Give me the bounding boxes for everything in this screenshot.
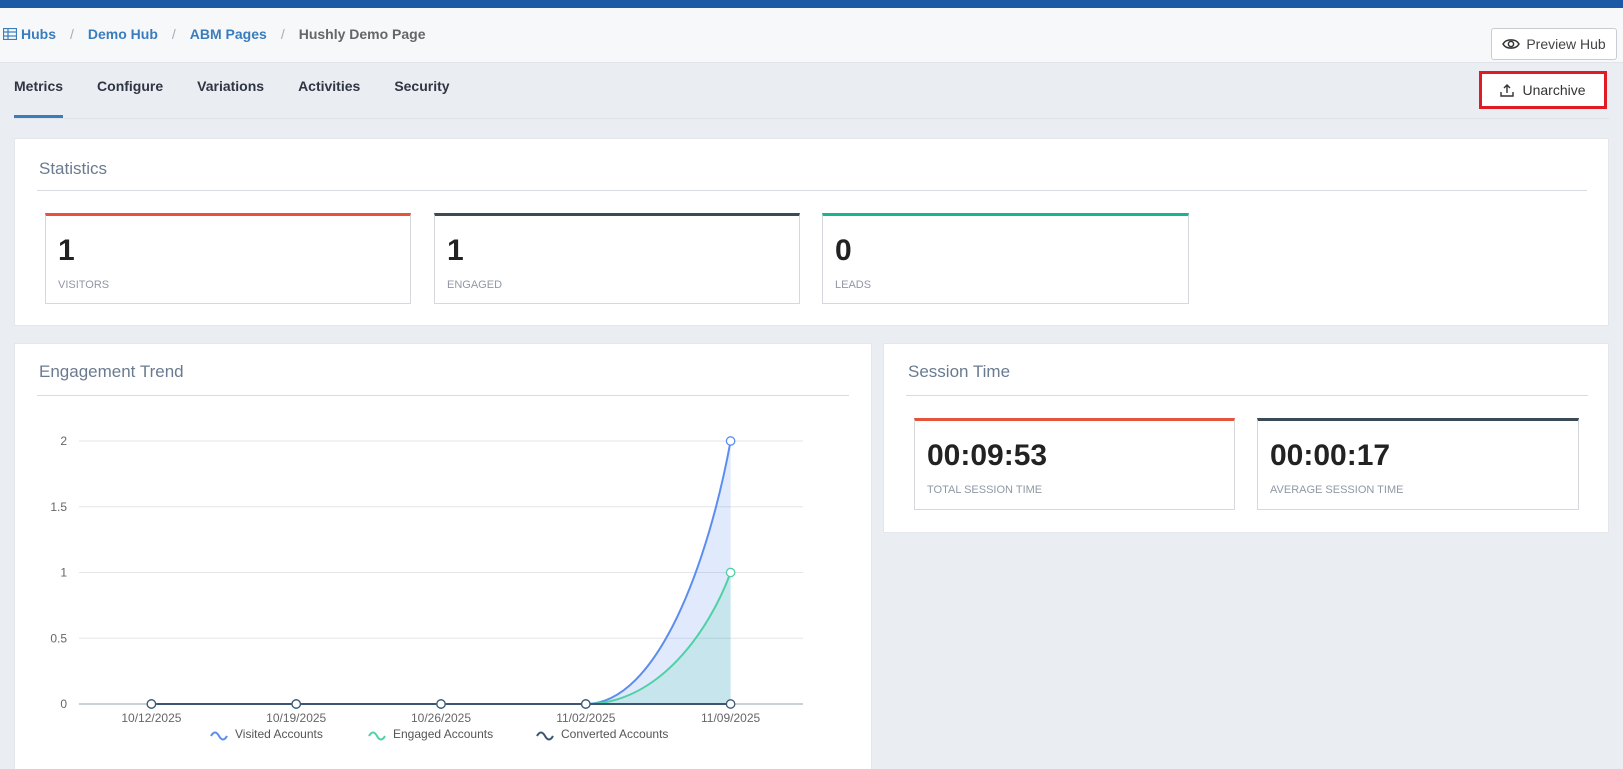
tab-activities[interactable]: Activities (298, 78, 360, 118)
x-tick-label: 10/12/2025 (121, 711, 181, 725)
y-tick-label: 0.5 (50, 631, 67, 645)
session-time-title: Session Time (908, 362, 1011, 381)
data-point (725, 436, 736, 446)
stat-card-total-session: 00:09:53 TOTAL SESSION TIME (914, 418, 1235, 510)
statistics-title: Statistics (39, 159, 108, 178)
top-accent-bar (0, 0, 1623, 8)
session-time-panel: Session Time 00:09:53 TOTAL SESSION TIME… (883, 343, 1609, 533)
preview-hub-label: Preview Hub (1526, 36, 1606, 52)
tab-configure[interactable]: Configure (97, 78, 163, 118)
stat-value: 00:09:53 (927, 439, 1048, 472)
breadcrumb-current: Hushly Demo Page (298, 26, 426, 42)
legend-swatch (536, 731, 554, 741)
stat-label: AVERAGE SESSION TIME (1270, 484, 1404, 496)
x-tick-label: 10/26/2025 (411, 711, 471, 725)
stat-value: 1 (58, 234, 75, 267)
tab-bar: Metrics Configure Variations Activities … (14, 78, 484, 118)
engagement-trend-chart: 0 0.5 1 1.5 2 10/12/2025 10/19/2025 10/26/2025… (50, 434, 803, 741)
x-tick-label: 11/02/2025 (556, 711, 615, 725)
unarchive-button[interactable]: Unarchive (1479, 71, 1607, 109)
y-tick-label: 2 (60, 434, 67, 448)
legend-label: Visited Accounts (235, 727, 323, 741)
breadcrumb-separator: / (70, 26, 74, 42)
legend-label: Engaged Accounts (393, 727, 493, 741)
stat-value: 1 (447, 234, 464, 267)
stat-label: TOTAL SESSION TIME (927, 484, 1043, 496)
preview-hub-button[interactable]: Preview Hub (1491, 28, 1617, 60)
stat-label: ENGAGED (447, 279, 503, 291)
eye-icon (1502, 39, 1521, 49)
data-point (725, 699, 736, 709)
page-header: Hubs / Demo Hub / ABM Pages / Hushly Dem… (0, 8, 1623, 63)
stat-card-engaged: 1 ENGAGED (434, 213, 800, 304)
breadcrumb-separator: / (280, 26, 285, 42)
breadcrumb-item-demo-hub[interactable]: Demo Hub (88, 26, 158, 42)
tab-security[interactable]: Security (394, 78, 449, 118)
y-tick-label: 1 (60, 566, 67, 580)
legend-label: Converted Accounts (561, 727, 668, 741)
stat-card-average-session: 00:00:17 AVERAGE SESSION TIME (1257, 418, 1579, 510)
stat-label: LEADS (835, 279, 872, 291)
data-point (725, 567, 736, 578)
y-tick-label: 1.5 (50, 500, 67, 514)
legend-swatch (368, 731, 386, 741)
breadcrumb-item-abm-pages[interactable]: ABM Pages (190, 26, 267, 42)
stat-label: VISITORS (58, 279, 110, 291)
stat-value: 0 (835, 234, 852, 267)
statistics-divider (37, 190, 1587, 191)
table-grid-icon (3, 28, 17, 40)
y-tick-label: 0 (60, 697, 67, 711)
stat-value: 00:00:17 (1270, 439, 1391, 472)
tab-metrics[interactable]: Metrics (14, 78, 64, 118)
tabs-divider (14, 118, 1609, 119)
stat-card-leads: 0 LEADS (822, 213, 1189, 304)
data-point (291, 699, 302, 709)
tab-variations[interactable]: Variations (197, 78, 264, 118)
upload-icon (1500, 84, 1515, 97)
x-tick-label: 11/09/2025 (701, 711, 760, 725)
session-divider (906, 395, 1588, 396)
unarchive-label: Unarchive (1522, 82, 1586, 98)
stat-card-visitors: 1 VISITORS (45, 213, 411, 304)
breadcrumb-separator: / (171, 26, 176, 42)
legend-swatch (210, 731, 228, 741)
breadcrumb-label: Hubs (21, 26, 56, 42)
engagement-trend-panel: Engagement Trend 0 0.5 1 1.5 2 10/12/2025 10/… (14, 343, 872, 769)
breadcrumb-item-hubs[interactable]: Hubs (3, 26, 56, 42)
data-point (436, 699, 446, 709)
data-point (580, 699, 591, 709)
breadcrumb: Hubs / Demo Hub / ABM Pages / Hushly Dem… (3, 26, 426, 42)
x-tick-label: 10/19/2025 (266, 711, 326, 725)
statistics-panel: Statistics 1 VISITORS 1 ENGAGED 0 LEADS (14, 138, 1609, 326)
data-point (146, 699, 157, 709)
